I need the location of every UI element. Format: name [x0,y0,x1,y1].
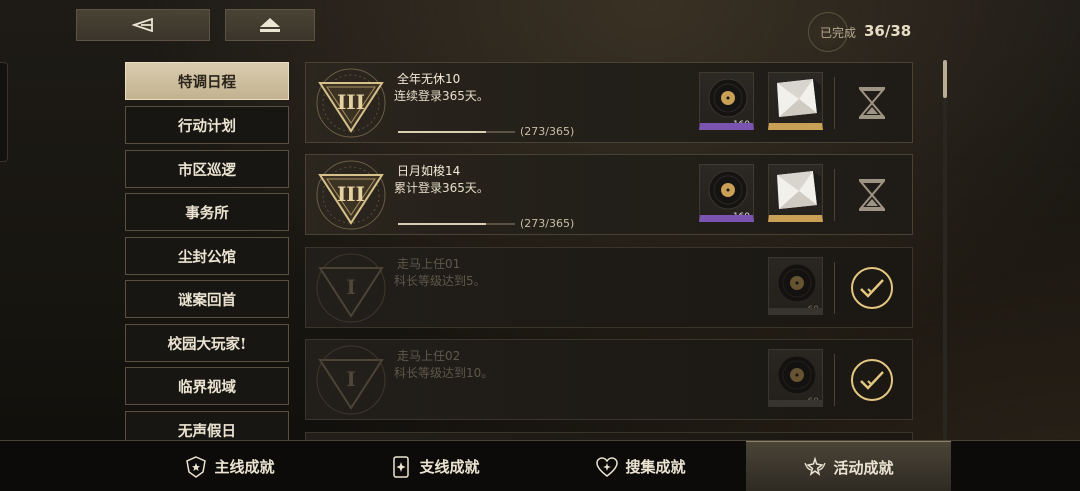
sidebar-item-case-review[interactable]: 谜案回首 [125,280,289,318]
reward-count: 160 [732,120,750,130]
envelope-card-icon [777,79,821,117]
sidebar-item-label: 谜案回首 [178,291,236,309]
achievement-title: 全年无休10 [397,72,461,86]
svg-text:III: III [337,90,365,114]
check-complete-icon [851,267,893,309]
sidebar-item-city-patrol[interactable]: 市区巡逻 [125,150,289,188]
heart-star-icon [596,456,619,477]
progress-fill [398,131,486,133]
achievement-card[interactable]: I 走马上任01 科长等级达到5。 60 [305,247,913,328]
reward-item[interactable]: 60 [768,349,823,407]
reward-item[interactable]: 1 [768,164,823,222]
sidebar-item-critical-view[interactable]: 临界视域 [125,367,289,405]
card-star-icon [393,455,410,478]
completion-count: 36/38 [864,22,912,40]
vinyl-record-icon [708,78,748,118]
back-button[interactable] [76,9,210,41]
achievement-desc: 科长等级达到5。 [394,274,486,288]
check-complete-icon [851,359,893,401]
back-arrow-icon [132,18,153,32]
category-sidebar: 特调日程 行动计划 市区巡逻 事务所 尘封公馆 谜案回首 校园大玩家! 临界视域… [125,62,289,440]
sidebar-item-action-plan[interactable]: 行动计划 [125,106,289,144]
achievement-card[interactable]: III 日月如梭14 累计登录365天。 (273/365) 160 1 [305,154,913,235]
list-scrollbar[interactable] [943,60,947,440]
progress-text: (273/365) [520,217,575,230]
tab-main-achievements[interactable]: 主线成就 [127,441,332,491]
sidebar-item-campus-player[interactable]: 校园大玩家! [125,324,289,362]
achievement-desc: 连续登录365天。 [394,89,489,103]
progress-text: (273/365) [520,125,575,138]
sidebar-item-label: 特调日程 [178,73,236,91]
vinyl-record-icon [777,263,817,303]
sidebar-item-label: 尘封公馆 [178,248,236,266]
sidebar-item-special-schedule[interactable]: 特调日程 [125,62,289,100]
achievement-title: 走马上任01 [397,257,461,271]
tab-label: 主线成就 [214,458,275,476]
tab-side-achievements[interactable]: 支线成就 [332,441,537,491]
tab-label: 活动成就 [833,458,894,477]
tab-label: 支线成就 [419,458,480,476]
reward-item[interactable]: 1 [768,72,823,130]
completion-label: 已完成 [820,26,857,40]
achievement-card[interactable]: I 走马上任02 科长等级达到10。 60 [305,339,913,420]
tier-iii-emblem: III [316,160,386,230]
progress-fill [398,223,486,225]
achievement-desc: 科长等级达到10。 [394,366,494,380]
home-button[interactable] [225,9,315,41]
reward-count: 60 [807,305,819,315]
reward-count: 1 [813,120,819,130]
sidebar-item-label: 事务所 [185,204,229,222]
reward-item[interactable]: 60 [768,257,823,315]
reward-count: 160 [732,212,750,222]
hourglass-icon [858,87,886,119]
reward-item[interactable]: 160 [699,164,754,222]
sidebar-item-label: 市区巡逻 [178,161,236,179]
achievement-card[interactable]: III 全年无休10 连续登录365天。 (273/365) 160 1 [305,62,913,143]
progress-bar [398,223,515,225]
divider [834,354,835,406]
progress-bar [398,131,515,133]
envelope-card-icon [777,171,821,209]
svg-text:I: I [346,275,355,299]
achievement-card[interactable] [305,432,913,440]
divider [834,169,835,221]
scrollbar-thumb[interactable] [943,60,947,98]
vinyl-record-icon [708,170,748,210]
tab-collection-achievements[interactable]: 搜集成就 [538,441,743,491]
divider [834,262,835,314]
vinyl-record-icon [777,355,817,395]
achievement-title: 走马上任02 [397,349,461,363]
winged-star-icon [804,456,827,476]
sidebar-item-dusty-mansion[interactable]: 尘封公馆 [125,237,289,275]
svg-text:I: I [346,367,355,391]
divider [834,77,835,129]
reward-item[interactable]: 160 [699,72,754,130]
achievement-title: 日月如梭14 [397,164,461,178]
edge-handle[interactable] [0,62,8,162]
sidebar-item-label: 行动计划 [178,117,236,135]
completion-counter: 已完成 36/38 [808,10,914,54]
reward-count: 1 [813,212,819,222]
achievement-desc: 累计登录365天。 [394,181,489,195]
tier-i-emblem: I [316,345,386,415]
sidebar-item-silent-holiday[interactable]: 无声假日 [125,411,289,440]
home-icon [260,18,280,32]
tab-label: 搜集成就 [625,458,686,476]
sidebar-item-label: 校园大玩家! [167,335,247,353]
achievement-list[interactable]: III 全年无休10 连续登录365天。 (273/365) 160 1 III… [305,62,915,440]
shield-star-icon [186,455,207,478]
hourglass-icon [858,179,886,211]
sidebar-item-label: 无声假日 [178,422,236,440]
sidebar-item-label: 临界视域 [178,378,236,396]
tier-i-emblem: I [316,253,386,323]
svg-text:III: III [337,182,365,206]
tab-event-achievements[interactable]: 活动成就 [746,441,951,491]
tier-iii-emblem: III [316,68,386,138]
reward-count: 60 [807,397,819,407]
sidebar-item-office[interactable]: 事务所 [125,193,289,231]
achievement-tabs: 主线成就 支线成就 搜集成就 活动成就 [0,440,1080,491]
